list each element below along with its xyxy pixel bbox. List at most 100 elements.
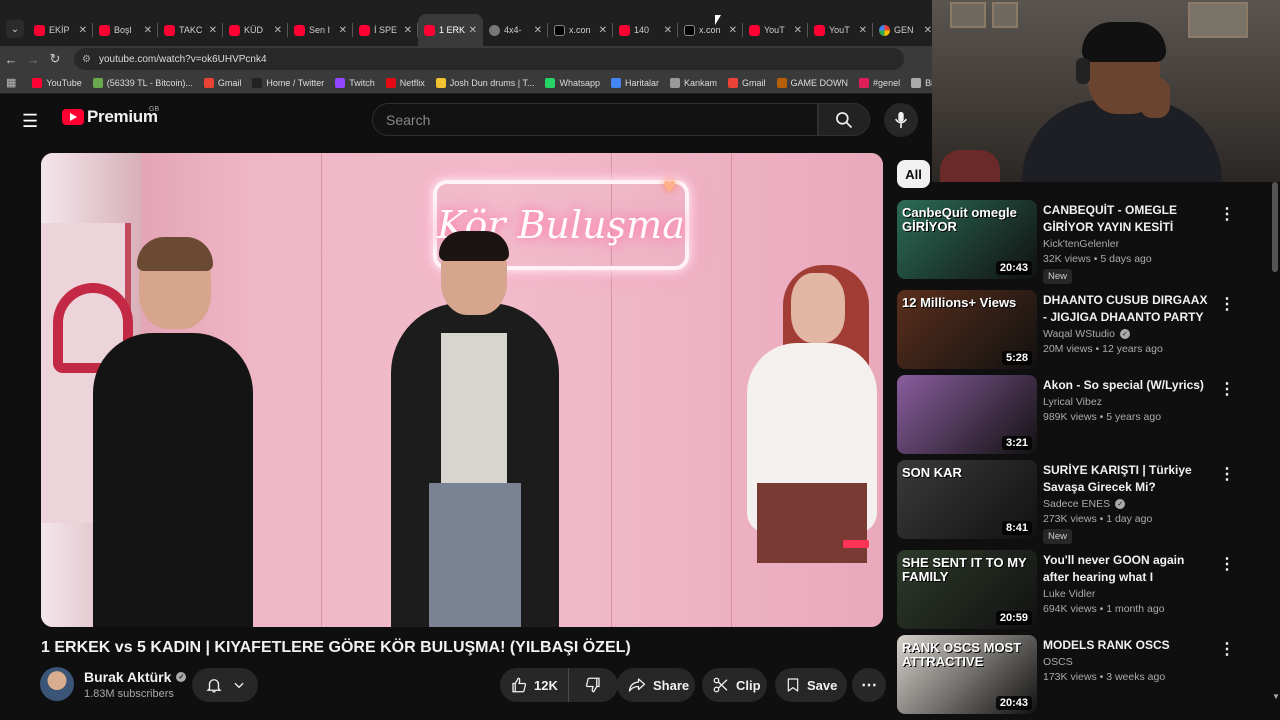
bookmark-item[interactable]: Gmail xyxy=(203,77,241,88)
search-button[interactable] xyxy=(818,103,870,136)
video-thumbnail[interactable]: 3:21 xyxy=(897,375,1037,454)
recommended-video-title[interactable]: Akon - So special (W/Lyrics) xyxy=(1043,377,1211,394)
bookmark-item[interactable]: Gmail xyxy=(728,77,766,88)
notification-bell-button[interactable] xyxy=(192,668,258,702)
bookmark-item[interactable]: GAME DOWN xyxy=(776,77,848,88)
browser-tab[interactable]: 1 ERK ✕ xyxy=(418,14,483,46)
save-button[interactable]: Save xyxy=(775,668,847,702)
browser-tab[interactable]: KÜD ✕ xyxy=(223,14,288,46)
page-scrollbar[interactable] xyxy=(1272,182,1278,272)
tab-close-icon[interactable]: ✕ xyxy=(404,25,412,36)
address-bar[interactable]: ⚙ youtube.com/watch?v=ok6UHVPcnk4 xyxy=(74,48,904,70)
video-player[interactable]: Kör Buluşma ♥ xyxy=(41,153,883,627)
recommended-channel-name[interactable]: OSCS xyxy=(1043,656,1073,668)
filter-chip-all[interactable]: All xyxy=(897,160,930,188)
tab-close-icon[interactable]: ✕ xyxy=(924,25,932,36)
tab-close-icon[interactable]: ✕ xyxy=(534,25,542,36)
recommended-video-title[interactable]: DHAANTO CUSUB DIRGAAX - JIGJIGA DHAANTO … xyxy=(1043,292,1211,326)
kebab-menu-icon[interactable]: ⋮ xyxy=(1219,639,1235,659)
tab-close-icon[interactable]: ✕ xyxy=(599,25,607,36)
bookmark-item[interactable]: Kankam xyxy=(670,77,717,88)
recommended-channel-name[interactable]: Waqal WStudio xyxy=(1043,328,1115,340)
voice-search-button[interactable] xyxy=(884,103,918,137)
kebab-menu-icon[interactable]: ⋮ xyxy=(1219,379,1235,399)
hamburger-menu-icon[interactable]: ☰ xyxy=(22,111,40,132)
tab-close-icon[interactable]: ✕ xyxy=(469,25,477,36)
dislike-button[interactable] xyxy=(569,668,618,702)
reload-icon[interactable]: ↻ xyxy=(44,51,66,67)
video-thumbnail[interactable]: 12 Millions+ Views 5:28 xyxy=(897,290,1037,369)
browser-tab[interactable]: YouT ✕ xyxy=(808,14,873,46)
browser-tab[interactable]: Boşl ✕ xyxy=(93,14,158,46)
browser-tab[interactable]: x.con ✕ xyxy=(548,14,613,46)
bookmark-item[interactable]: Home / Twitter xyxy=(252,77,324,88)
recommended-video-item[interactable]: SON KAR 8:41 SURİYE KARIŞTI | Türkiye Sava… xyxy=(897,460,1242,544)
more-actions-icon[interactable]: ⋯ xyxy=(852,668,886,702)
apps-grid-icon[interactable]: ▦ xyxy=(6,76,16,89)
bookmark-item[interactable]: (56339 TL - Bitcoin)... xyxy=(92,77,193,88)
recommended-video-title[interactable]: SURİYE KARIŞTI | Türkiye Savaşa Girecek … xyxy=(1043,462,1211,496)
channel-name-row[interactable]: Burak Aktürk ✓ xyxy=(84,669,187,685)
recommended-video-title[interactable]: MODELS RANK OSCS xyxy=(1043,637,1211,654)
video-thumbnail[interactable]: CanbeQuit omegle GİRİYOR 20:43 xyxy=(897,200,1037,279)
bookmark-item[interactable]: Haritalar xyxy=(610,77,659,88)
back-arrow-icon[interactable]: ← xyxy=(0,52,22,67)
browser-tab[interactable]: YouT ✕ xyxy=(743,14,808,46)
bookmark-item[interactable]: Whatsapp xyxy=(545,77,600,88)
like-button[interactable]: 12K xyxy=(500,668,569,702)
bookmark-icon xyxy=(787,678,799,692)
tab-close-icon[interactable]: ✕ xyxy=(274,25,282,36)
bookmark-item[interactable]: #genel xyxy=(859,77,900,88)
kebab-menu-icon[interactable]: ⋮ xyxy=(1219,554,1235,574)
tab-close-icon[interactable]: ✕ xyxy=(144,25,152,36)
recommended-video-item[interactable]: 3:21 Akon - So special (W/Lyrics) Lyrical … xyxy=(897,375,1242,459)
tab-close-icon[interactable]: ✕ xyxy=(339,25,347,36)
bookmark-item[interactable]: Josh Dun drums | T... xyxy=(435,77,534,88)
browser-tab[interactable]: EKİP ✕ xyxy=(28,14,93,46)
channel-avatar[interactable] xyxy=(40,667,74,701)
site-info-icon[interactable]: ⚙ xyxy=(82,54,91,65)
recommended-channel-name[interactable]: Lyrical Vibez xyxy=(1043,396,1102,408)
clip-button[interactable]: Clip xyxy=(702,668,767,702)
kebab-menu-icon[interactable]: ⋮ xyxy=(1219,464,1235,484)
kebab-menu-icon[interactable]: ⋮ xyxy=(1219,294,1235,314)
duration-badge: 20:43 xyxy=(995,261,1032,275)
forward-arrow-icon[interactable]: → xyxy=(22,52,44,67)
thumbs-down-icon xyxy=(586,677,601,693)
tab-close-icon[interactable]: ✕ xyxy=(79,25,87,36)
person-right-head xyxy=(791,273,845,343)
tab-close-icon[interactable]: ✕ xyxy=(729,25,737,36)
video-thumbnail[interactable]: RANK OSCS MOST ATTRACTIVE 20:43 xyxy=(897,635,1037,714)
youtube-premium-logo[interactable]: Premium GB xyxy=(62,106,159,127)
recommended-channel-name[interactable]: Sadece ENES xyxy=(1043,498,1110,510)
browser-tab[interactable]: Sen I ✕ xyxy=(288,14,353,46)
tab-close-icon[interactable]: ✕ xyxy=(664,25,672,36)
share-button[interactable]: Share xyxy=(617,668,695,702)
recommended-video-title[interactable]: CANBEQUİT - OMEGLE GİRİYOR YAYIN KESİTİ xyxy=(1043,202,1211,236)
bookmark-item[interactable]: Netflix xyxy=(385,77,425,88)
tab-close-icon[interactable]: ✕ xyxy=(859,25,867,36)
recommended-video-item[interactable]: RANK OSCS MOST ATTRACTIVE 20:43 MODELS RAN… xyxy=(897,635,1242,719)
tab-close-icon[interactable]: ✕ xyxy=(209,25,217,36)
bookmark-item[interactable]: YouTube xyxy=(32,77,82,88)
video-thumbnail[interactable]: SHE SENT IT TO MY FAMILY 20:59 xyxy=(897,550,1037,629)
browser-tab[interactable]: 140 ✕ xyxy=(613,14,678,46)
bookmark-item[interactable]: Twitch xyxy=(335,77,375,88)
tab-search-chevron-icon[interactable]: ⌄ xyxy=(6,20,24,38)
scroll-down-arrow-icon[interactable]: ▼ xyxy=(1272,692,1280,701)
recommended-channel-name[interactable]: Kick'tenGelenler xyxy=(1043,238,1119,250)
recommended-video-item[interactable]: SHE SENT IT TO MY FAMILY 20:59 You'll neve… xyxy=(897,550,1242,634)
browser-tab[interactable]: İ SPE ✕ xyxy=(353,14,418,46)
video-thumbnail[interactable]: SON KAR 8:41 xyxy=(897,460,1037,539)
browser-tab[interactable]: TAKC ✕ xyxy=(158,14,223,46)
recommended-video-title[interactable]: You'll never GOON again after hearing wh… xyxy=(1043,552,1211,586)
recommended-channel-name[interactable]: Luke Vidler xyxy=(1043,588,1095,600)
kebab-menu-icon[interactable]: ⋮ xyxy=(1219,204,1235,224)
browser-tab[interactable]: GEN ✕ xyxy=(873,14,938,46)
browser-tab[interactable]: 4x4- ✕ xyxy=(483,14,548,46)
browser-tab[interactable]: x.con ✕ xyxy=(678,14,743,46)
search-input[interactable]: Search xyxy=(372,103,818,136)
recommended-video-item[interactable]: CanbeQuit omegle GİRİYOR 20:43 CANBEQUİT -… xyxy=(897,200,1242,284)
tab-close-icon[interactable]: ✕ xyxy=(794,25,802,36)
recommended-video-item[interactable]: 12 Millions+ Views 5:28 DHAANTO CUSUB DIRG… xyxy=(897,290,1242,374)
